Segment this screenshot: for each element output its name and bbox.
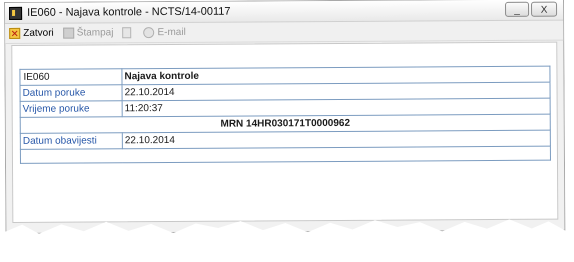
email-icon xyxy=(143,27,154,38)
print-button[interactable]: Štampaj xyxy=(63,27,114,38)
title-bar[interactable]: IE060 - Najava kontrole - NCTS/14-00117 … xyxy=(5,0,563,24)
window-title: IE060 - Najava kontrole - NCTS/14-00117 xyxy=(27,5,231,19)
email-button-label: E-mail xyxy=(157,26,186,39)
window-controls: _ X xyxy=(505,2,557,17)
document-window: IE060 - Najava kontrole - NCTS/14-00117 … xyxy=(4,0,565,234)
message-table: IE060 Najava kontrole Datum poruke 22.10… xyxy=(19,66,551,164)
printer-icon xyxy=(63,28,74,39)
app-icon xyxy=(9,6,22,19)
minimize-button[interactable]: _ xyxy=(505,2,529,17)
message-code: IE060 xyxy=(20,69,122,86)
message-date-label: Datum poruke xyxy=(20,85,122,102)
empty-row xyxy=(20,146,550,163)
close-button[interactable]: Zatvori xyxy=(9,28,54,39)
empty-cell xyxy=(20,146,550,163)
close-icon xyxy=(9,28,20,39)
document-icon xyxy=(122,27,131,38)
close-button-label: Zatvori xyxy=(23,27,54,39)
toolbar: Zatvori Štampaj E-mail xyxy=(5,21,563,44)
export-button[interactable] xyxy=(122,27,134,38)
report-area: IE060 Najava kontrole Datum poruke 22.10… xyxy=(11,42,558,223)
notification-date-label: Datum obavijesti xyxy=(20,133,122,150)
message-time-label: Vrijeme poruke xyxy=(20,101,122,118)
print-button-label: Štampaj xyxy=(76,27,114,39)
close-window-button[interactable]: X xyxy=(531,2,557,17)
email-button[interactable]: E-mail xyxy=(143,27,185,38)
